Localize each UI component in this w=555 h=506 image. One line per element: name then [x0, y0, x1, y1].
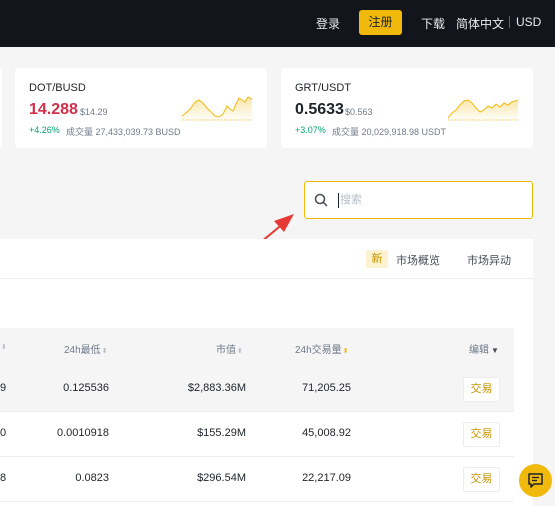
- ticker-card-partial[interactable]: [0, 68, 2, 148]
- chat-support-button[interactable]: [519, 464, 552, 497]
- navbar-divider: [509, 16, 510, 28]
- trade-button[interactable]: 交易: [463, 377, 500, 402]
- trade-button[interactable]: 交易: [463, 467, 500, 492]
- tab-market-overview[interactable]: 市场概览: [396, 252, 440, 268]
- col-24h-low[interactable]: 24h最低⬍: [64, 341, 108, 356]
- cell-24h-volume: 45,008.92: [302, 427, 351, 439]
- ticker-change: +3.07%: [295, 125, 326, 135]
- market-tabs: 新 市场概览 市场异动: [0, 239, 533, 279]
- language-selector[interactable]: 简体中文: [456, 15, 504, 32]
- new-badge: 新: [366, 250, 388, 268]
- ticker-pair: DOT/BUSD: [29, 82, 86, 94]
- cell-24h-volume: 22,217.09: [302, 472, 351, 484]
- ticker-card-dot[interactable]: DOT/BUSD 14.288 $14.29 +4.26% 成交量 27,433…: [15, 68, 267, 148]
- download-link[interactable]: 下载: [421, 15, 445, 32]
- cell-market-cap: $155.29M: [197, 427, 246, 439]
- sort-icon: ⬍: [237, 348, 243, 355]
- cell-24h-volume: 71,205.25: [302, 382, 351, 394]
- ticker-price: 0.5633: [295, 101, 344, 118]
- sort-icon: ⬍: [101, 348, 108, 355]
- text-cursor: [338, 193, 339, 208]
- cell-24h-low: 0.0823: [75, 472, 109, 484]
- register-button[interactable]: 注册: [359, 10, 402, 35]
- ticker-volume: 成交量 20,029,918.98 USDT: [332, 127, 447, 137]
- chat-icon: [528, 473, 543, 488]
- ticker-change: +4.26%: [29, 125, 60, 135]
- table-row[interactable]: 9 0.125536 $2,883.36M 71,205.25 交易: [0, 367, 514, 412]
- ticker-pair: GRT/USDT: [295, 82, 352, 94]
- ticker-volume: 成交量 27,433,039.73 BUSD: [66, 127, 181, 137]
- col-market-cap[interactable]: 市值⬍: [216, 341, 243, 356]
- cell-market-cap: $2,883.36M: [187, 382, 246, 394]
- tab-market-movers[interactable]: 市场异动: [467, 252, 511, 268]
- table-row[interactable]: 8 0.0823 $296.54M 22,217.09 交易: [0, 457, 514, 502]
- search-input[interactable]: [340, 191, 520, 209]
- sort-icon-active: ⬍: [342, 348, 349, 355]
- col-24h-volume[interactable]: 24h交易量⬍: [295, 341, 349, 356]
- sparkline-chart: [448, 99, 518, 121]
- ticker-usd-price: $0.563: [345, 107, 373, 117]
- market-panel: 新 市场概览 市场异动 ⬍ 24h最低⬍ 市值⬍ 24h交易量⬍ 编辑 ▼ 9 0…: [0, 239, 533, 506]
- search-icon: [314, 193, 328, 207]
- cell-truncated: 9: [0, 382, 7, 394]
- trade-button[interactable]: 交易: [463, 422, 500, 447]
- cell-truncated: 0: [0, 427, 7, 439]
- ticker-usd-price: $14.29: [80, 107, 108, 117]
- cell-24h-low: 0.0010918: [57, 427, 109, 439]
- login-link[interactable]: 登录: [316, 15, 340, 32]
- ticker-price: 14.288: [29, 101, 78, 118]
- col-edit[interactable]: 编辑 ▼: [469, 341, 499, 356]
- cell-truncated: 8: [0, 472, 7, 484]
- ticker-card-grt[interactable]: GRT/USDT 0.5633 $0.563 +3.07% 成交量 20,029…: [281, 68, 533, 148]
- table-header: ⬍ 24h最低⬍ 市值⬍ 24h交易量⬍ 编辑 ▼: [0, 328, 514, 367]
- chevron-down-icon: ▼: [491, 346, 499, 355]
- table-row[interactable]: 0 0.0010918 $155.29M 45,008.92 交易: [0, 412, 514, 457]
- top-navbar: 登录 注册 下载 简体中文 USD: [0, 0, 555, 47]
- currency-selector[interactable]: USD: [516, 15, 541, 29]
- sort-icon-partial: ⬍: [1, 344, 7, 351]
- market-search-box[interactable]: [304, 181, 533, 219]
- cell-24h-low: 0.125536: [63, 382, 109, 394]
- sparkline-chart: [182, 96, 252, 121]
- cell-market-cap: $296.54M: [197, 472, 246, 484]
